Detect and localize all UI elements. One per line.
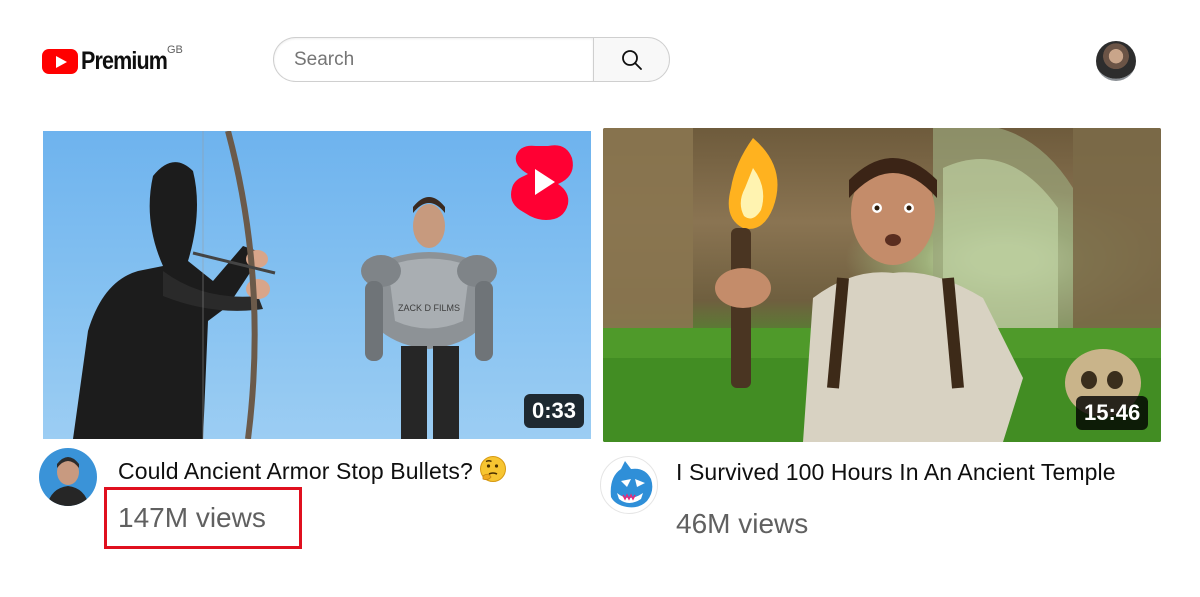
- shorts-icon: [508, 142, 576, 227]
- account-avatar[interactable]: [1096, 41, 1136, 81]
- video-thumbnail[interactable]: [603, 128, 1161, 442]
- channel-avatar[interactable]: [39, 448, 97, 506]
- youtube-premium-logo[interactable]: Premium GB: [42, 44, 183, 78]
- logo-region: GB: [166, 44, 183, 56]
- video-title[interactable]: Could Ancient Armor Stop Bullets?: [118, 455, 507, 489]
- youtube-play-icon: [42, 49, 78, 74]
- search-icon: [621, 49, 642, 70]
- search-bar: [273, 37, 670, 84]
- search-button[interactable]: [593, 37, 670, 82]
- thumbnail-watermark: ZACK D FILMS: [398, 303, 460, 313]
- highlight-box: [104, 487, 302, 549]
- channel-avatar[interactable]: [600, 456, 658, 514]
- view-count: 46M views: [676, 508, 809, 539]
- person-icon: [47, 457, 89, 506]
- beast-logo-icon: [610, 461, 653, 508]
- thinking-face-icon: [479, 455, 507, 489]
- video-duration: 15:46: [1076, 396, 1149, 430]
- video-title[interactable]: I Survived 100 Hours In An Ancient Templ…: [676, 459, 1116, 486]
- thumbnail-illustration: [603, 128, 1161, 442]
- video-duration: 0:33: [524, 394, 585, 428]
- logo-text: Premium: [81, 47, 168, 75]
- search-input[interactable]: [273, 37, 593, 82]
- video-title-text: Could Ancient Armor Stop Bullets?: [118, 458, 473, 484]
